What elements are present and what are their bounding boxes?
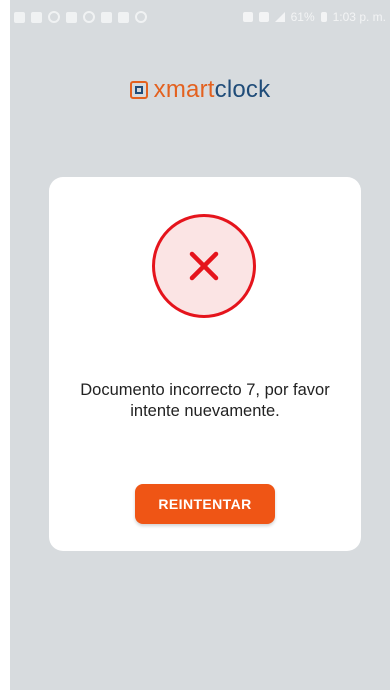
sim-icon — [258, 12, 269, 22]
status-time: 1:03 p. m. — [332, 10, 386, 24]
xmartclock-logo-icon — [129, 81, 148, 99]
error-message: Documento incorrecto 7, por favor intent… — [80, 381, 330, 420]
battery-icon — [320, 12, 327, 22]
status-notification-icons — [14, 11, 147, 23]
facebook-icon — [14, 11, 25, 23]
retry-button[interactable]: REINTENTAR — [135, 484, 275, 524]
error-dialog: Documento incorrecto 7, por favor intent… — [49, 177, 361, 551]
error-x-icon — [152, 214, 256, 318]
settings-icon — [135, 11, 147, 23]
logo-text-clock: clock — [214, 76, 271, 103]
xmartclock-logo: xmartclock — [10, 76, 390, 104]
app-screen: 61% 1:03 p. m. xmartclock Documento inco… — [10, 0, 390, 690]
location-icon — [31, 11, 42, 23]
signal-icon — [274, 12, 285, 22]
logo-text-xmart: xmart — [153, 76, 215, 103]
instagram-icon — [48, 11, 60, 23]
image-icon — [101, 11, 112, 23]
status-system-icons: 61% 1:03 p. m. — [242, 10, 386, 24]
location-outline-icon — [83, 11, 95, 23]
battery-percentage: 61% — [290, 10, 315, 24]
sim-icon — [242, 12, 253, 22]
send-icon — [118, 11, 129, 23]
status-bar: 61% 1:03 p. m. — [10, 0, 390, 34]
w-icon — [66, 11, 77, 23]
